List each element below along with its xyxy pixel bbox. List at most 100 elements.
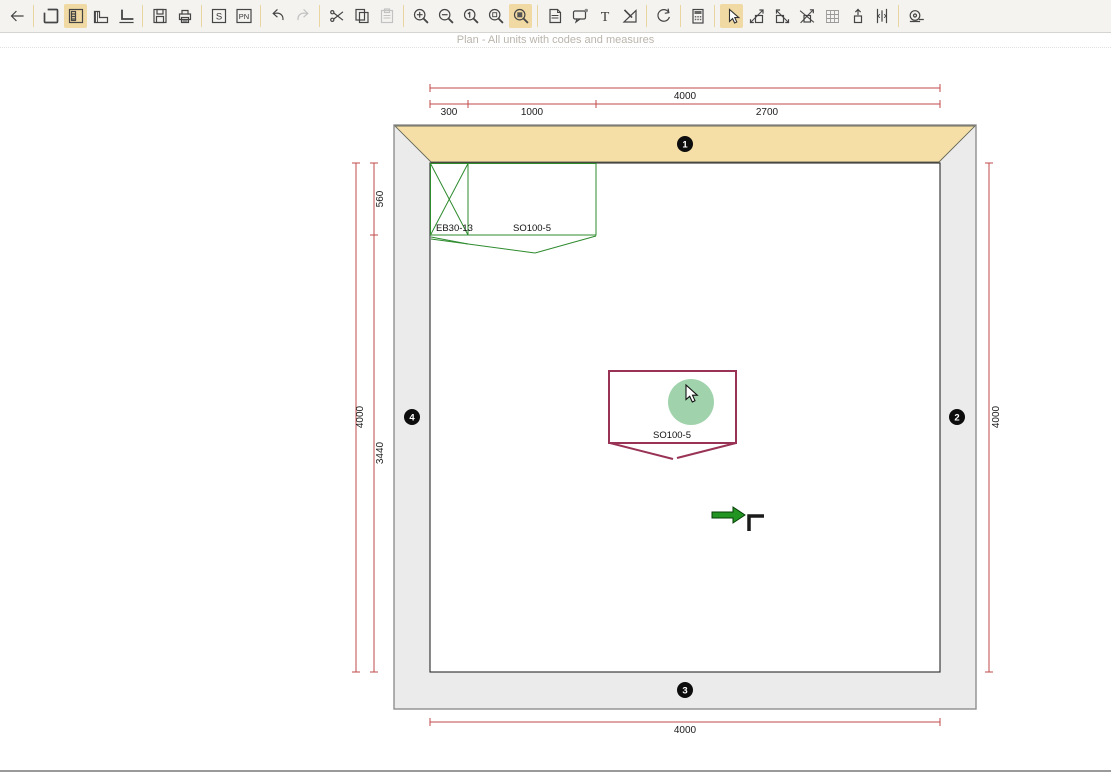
calculator-button[interactable]: [686, 4, 709, 28]
toolbar-separator: [403, 5, 404, 27]
rotate-unit-right-icon: [772, 6, 792, 26]
dim-right-total: 4000: [991, 405, 1002, 428]
dimension-tool-button[interactable]: [618, 4, 641, 28]
lift-unit-button[interactable]: [845, 4, 868, 28]
dim-top-total: 4000: [674, 91, 697, 102]
wall-1-badge[interactable]: 1: [677, 136, 693, 152]
text-tool-button[interactable]: T: [593, 4, 616, 28]
panel-label: PN: [238, 12, 248, 21]
main-toolbar: S PN: [0, 0, 1111, 33]
unit-label-eb30-13: EB30-13: [436, 223, 473, 234]
zoom-window-icon: [511, 6, 531, 26]
view-title: Plan - All units with codes and measures: [457, 34, 655, 46]
rotate-view-button[interactable]: [652, 4, 675, 28]
comment-button[interactable]: [568, 4, 591, 28]
rotate-unit-right-button[interactable]: [770, 4, 793, 28]
undo-button[interactable]: [266, 4, 289, 28]
wall-2-number: 2: [954, 413, 959, 424]
move-unit-button[interactable]: [795, 4, 818, 28]
zoom-out-icon: [436, 6, 456, 26]
schematic-label: S: [215, 12, 221, 23]
snap-grid-button[interactable]: [820, 4, 843, 28]
toolbar-separator: [33, 5, 34, 27]
section-view-button[interactable]: [89, 4, 112, 28]
schematic-button[interactable]: S: [207, 4, 230, 28]
spacing-tool-button[interactable]: [870, 4, 893, 28]
zoom-page-button[interactable]: [484, 4, 507, 28]
copy-button[interactable]: [350, 4, 373, 28]
wall-4-number: 4: [409, 413, 415, 424]
bench-view-button[interactable]: [114, 4, 137, 28]
select-pointer-icon: [722, 6, 742, 26]
toolbar-separator: [898, 5, 899, 27]
save-button[interactable]: [148, 4, 171, 28]
rotate-unit-left-button[interactable]: [745, 4, 768, 28]
rotate-icon: [654, 6, 674, 26]
tape-measure-button[interactable]: [904, 4, 927, 28]
wall-4-badge[interactable]: 4: [404, 409, 420, 425]
copy-icon: [352, 6, 372, 26]
toolbar-separator: [537, 5, 538, 27]
dim-left-total: 4000: [355, 405, 366, 428]
text-tool-icon: T: [595, 6, 615, 26]
note-icon: [545, 6, 565, 26]
print-icon: [175, 6, 195, 26]
panel-button[interactable]: PN: [232, 4, 255, 28]
redo-icon: [293, 6, 313, 26]
dim-left-560: 560: [375, 190, 386, 207]
zoom-previous-icon: [461, 6, 481, 26]
toolbar-separator: [646, 5, 647, 27]
calculator-icon: [688, 6, 708, 26]
text-tool-label: T: [600, 10, 609, 25]
unit-label-so100-5: SO100-5: [513, 223, 551, 234]
dim-bottom-total: 4000: [674, 725, 697, 736]
zoom-out-button[interactable]: [434, 4, 457, 28]
spacing-icon: [872, 6, 892, 26]
plan-view-button[interactable]: [39, 4, 62, 28]
rotate-unit-left-icon: [747, 6, 767, 26]
touch-indicator: [668, 379, 714, 425]
paste-button[interactable]: [375, 4, 398, 28]
bench-view-icon: [116, 6, 136, 26]
wall-2-badge[interactable]: 2: [949, 409, 965, 425]
plan-view-icon: [41, 6, 61, 26]
dimension-tool-icon: [620, 6, 640, 26]
schematic-icon: S: [209, 6, 229, 26]
move-unit-icon: [797, 6, 817, 26]
arrow-left-icon: [7, 6, 27, 26]
note-button[interactable]: [543, 4, 566, 28]
wall-3-number: 3: [682, 686, 687, 697]
zoom-in-button[interactable]: [409, 4, 432, 28]
back-button[interactable]: [5, 4, 28, 28]
toolbar-separator: [714, 5, 715, 27]
section-view-icon: [91, 6, 111, 26]
drawing-area[interactable]: 4000 300 1000 2700 4000 560 3440 4000 40…: [0, 48, 1111, 770]
elevation-view-button[interactable]: [64, 4, 87, 28]
grid-icon: [822, 6, 842, 26]
comment-icon: [570, 6, 590, 26]
elevation-view-icon: [66, 6, 86, 26]
view-title-bar: Plan - All units with codes and measures: [0, 33, 1111, 48]
zoom-window-button[interactable]: [509, 4, 532, 28]
zoom-page-icon: [486, 6, 506, 26]
unit-label-so100-5-selected: SO100-5: [653, 430, 691, 441]
zoom-in-icon: [411, 6, 431, 26]
print-button[interactable]: [173, 4, 196, 28]
select-tool-button[interactable]: [720, 4, 743, 28]
zoom-previous-button[interactable]: [459, 4, 482, 28]
undo-icon: [268, 6, 288, 26]
wall-3-badge[interactable]: 3: [677, 682, 693, 698]
dim-top-seg-1000: 1000: [521, 107, 544, 118]
dim-top-seg-300: 300: [441, 107, 458, 118]
toolbar-separator: [680, 5, 681, 27]
cut-button[interactable]: [325, 4, 348, 28]
tape-measure-icon: [906, 6, 926, 26]
plan-canvas[interactable]: 4000 300 1000 2700 4000 560 3440 4000 40…: [0, 48, 1111, 770]
toolbar-separator: [319, 5, 320, 27]
redo-button[interactable]: [291, 4, 314, 28]
panel-icon: PN: [234, 6, 254, 26]
paste-icon: [377, 6, 397, 26]
scissors-icon: [327, 6, 347, 26]
toolbar-separator: [142, 5, 143, 27]
wall-1-number: 1: [682, 140, 688, 151]
